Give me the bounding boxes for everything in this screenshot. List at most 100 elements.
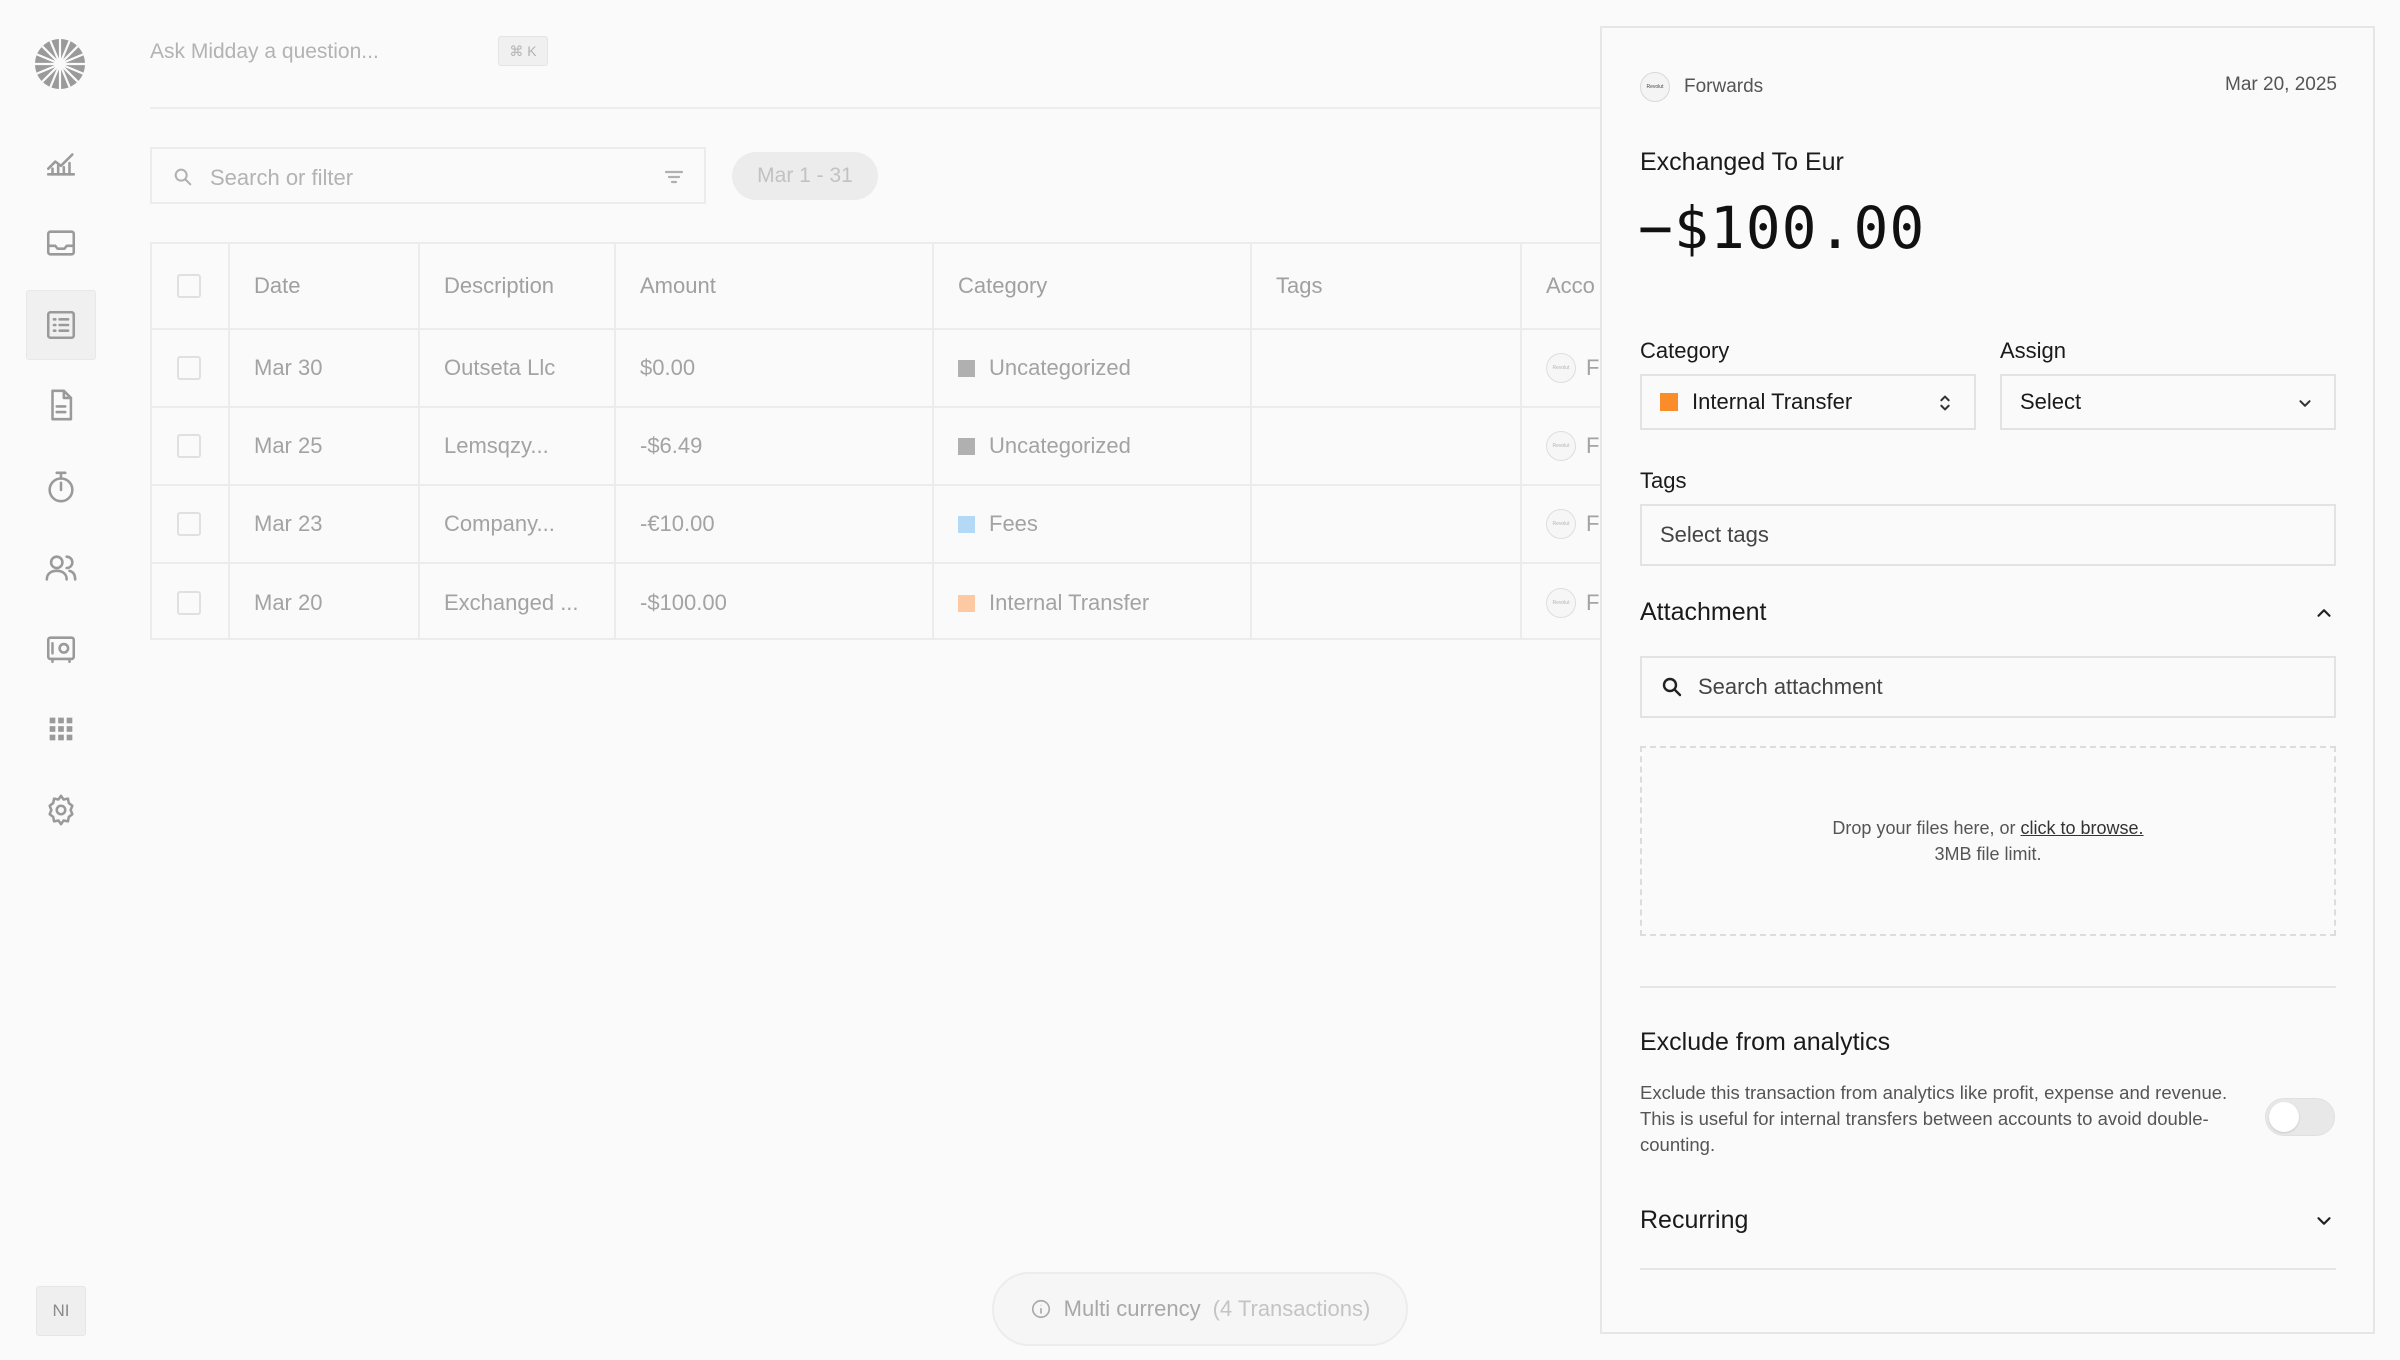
category-label: Category	[1640, 338, 1730, 363]
cell-amount: -$100.00	[616, 564, 934, 638]
cell-tags	[1252, 564, 1522, 638]
revolut-logo: Revolut	[1546, 509, 1576, 539]
chart-icon	[46, 153, 76, 176]
column-header-tags[interactable]: Tags	[1252, 244, 1522, 328]
exclude-analytics-title: Exclude from analytics	[1640, 1028, 1891, 1056]
multi-currency-label: Multi currency	[1063, 1296, 1201, 1321]
nav-tracker[interactable]	[26, 452, 96, 522]
cell-account: Revolut F	[1522, 408, 1600, 484]
multi-currency-pill[interactable]: Multi currency (4 Transactions)	[992, 1272, 1408, 1346]
row-checkbox[interactable]	[177, 591, 201, 615]
nav-invoices[interactable]	[26, 370, 96, 440]
tags-label: Tags	[1640, 468, 1687, 493]
nav-transactions[interactable]	[26, 290, 96, 360]
search-placeholder: Search or filter	[210, 165, 354, 190]
nav-apps[interactable]	[26, 694, 96, 764]
filter-icon[interactable]	[662, 165, 686, 189]
row-select-cell	[152, 564, 230, 638]
account-label: F	[1586, 590, 1600, 615]
nav-settings[interactable]	[26, 775, 96, 845]
cell-description: Exchanged ...	[420, 564, 616, 638]
cell-tags	[1252, 408, 1522, 484]
midday-logo[interactable]	[34, 38, 86, 90]
account-header: Revolut Forwards	[1640, 72, 1763, 102]
category-select[interactable]: Internal Transfer	[1640, 374, 1976, 430]
column-header-category[interactable]: Category	[934, 244, 1252, 328]
shortcut-badge: ⌘ K	[498, 36, 548, 66]
account-name: Forwards	[1684, 76, 1764, 97]
attachment-title[interactable]: Attachment	[1640, 598, 1766, 627]
chevron-down-icon[interactable]	[2313, 1210, 2335, 1232]
transaction-amount: −$100.00	[1638, 194, 1926, 262]
chevron-down-icon	[2294, 392, 2316, 414]
cell-description: Outseta Llc	[420, 330, 616, 406]
cell-date: Mar 23	[230, 486, 420, 562]
assign-select[interactable]: Select	[2000, 374, 2336, 430]
column-header-date[interactable]: Date	[230, 244, 420, 328]
avatar[interactable]: NI	[36, 1286, 86, 1336]
cell-date: Mar 20	[230, 564, 420, 638]
table-row[interactable]: Mar 30 Outseta Llc $0.00 Uncategorized R…	[152, 330, 1600, 408]
search-icon	[172, 166, 194, 188]
date-range-chip[interactable]: Mar 1 - 31	[732, 152, 878, 200]
attachment-search-input[interactable]: Search attachment	[1640, 656, 2336, 718]
category-swatch	[958, 594, 975, 612]
users-icon	[45, 555, 77, 581]
logo-icon	[35, 39, 85, 89]
table-row[interactable]: Mar 20 Exchanged ... -$100.00 Internal T…	[152, 564, 1600, 638]
browse-link[interactable]: click to browse.	[2021, 818, 2144, 838]
header-divider	[150, 107, 1600, 109]
file-limit: 3MB file limit.	[1934, 844, 2042, 864]
table-header-row: Date Description Amount Category Tags Ac…	[152, 244, 1600, 330]
column-header-description[interactable]: Description	[420, 244, 616, 328]
exclude-analytics-toggle[interactable]	[2265, 1098, 2335, 1136]
select-all-checkbox[interactable]	[177, 274, 201, 298]
inbox-icon	[46, 230, 76, 256]
cell-category: Uncategorized	[934, 330, 1252, 406]
nav-customers[interactable]	[26, 533, 96, 603]
revolut-logo: Revolut	[1546, 431, 1576, 461]
search-input[interactable]: Search or filter	[150, 147, 706, 204]
assign-value: Select	[2020, 389, 2082, 414]
cell-tags	[1252, 330, 1522, 406]
tags-input[interactable]: Select tags	[1640, 504, 2336, 566]
nav-overview[interactable]	[26, 128, 96, 198]
drop-text: Drop your files here, or	[1832, 818, 2016, 838]
exclude-analytics-description: Exclude this transaction from analytics …	[1640, 1082, 2228, 1155]
recurring-title[interactable]: Recurring	[1640, 1206, 1748, 1235]
select-all-cell	[152, 244, 230, 328]
ask-midday-input[interactable]: Ask Midday a question...	[150, 40, 379, 64]
assign-label: Assign	[2000, 338, 2067, 363]
nav-inbox[interactable]	[26, 208, 96, 278]
row-select-cell	[152, 408, 230, 484]
cell-amount: -$6.49	[616, 408, 934, 484]
timer-icon	[48, 471, 74, 503]
column-header-amount[interactable]: Amount	[616, 244, 934, 328]
cell-amount: $0.00	[616, 330, 934, 406]
category-value: Internal Transfer	[1692, 389, 1853, 414]
table-row[interactable]: Mar 23 Company... -€10.00 Fees Revolut F	[152, 486, 1600, 564]
category-swatch	[958, 359, 975, 377]
chevron-up-icon[interactable]	[2313, 602, 2335, 624]
section-divider	[1640, 1268, 2336, 1270]
sidebar: NI	[0, 0, 122, 1360]
category-label: Uncategorized	[989, 433, 1131, 458]
account-label: F	[1586, 355, 1600, 380]
file-dropzone[interactable]: Drop your files here, or click to browse…	[1640, 746, 2336, 936]
cell-tags	[1252, 486, 1522, 562]
table-row[interactable]: Mar 25 Lemsqzy... -$6.49 Uncategorized R…	[152, 408, 1600, 486]
cell-account: Revolut F	[1522, 486, 1600, 562]
cell-amount: -€10.00	[616, 486, 934, 562]
transaction-count: (4 Transactions)	[1212, 1296, 1371, 1321]
row-checkbox[interactable]	[177, 434, 201, 458]
cell-date: Mar 25	[230, 408, 420, 484]
category-swatch	[958, 515, 975, 533]
transaction-date: Mar 20, 2025	[2225, 74, 2337, 95]
transaction-title: Exchanged To Eur	[1640, 148, 1844, 176]
nav-vault[interactable]	[26, 614, 96, 684]
row-checkbox[interactable]	[177, 356, 201, 380]
gear-icon	[48, 794, 74, 826]
list-icon	[46, 310, 76, 340]
column-header-account[interactable]: Acco	[1522, 244, 1600, 328]
row-checkbox[interactable]	[177, 512, 201, 536]
